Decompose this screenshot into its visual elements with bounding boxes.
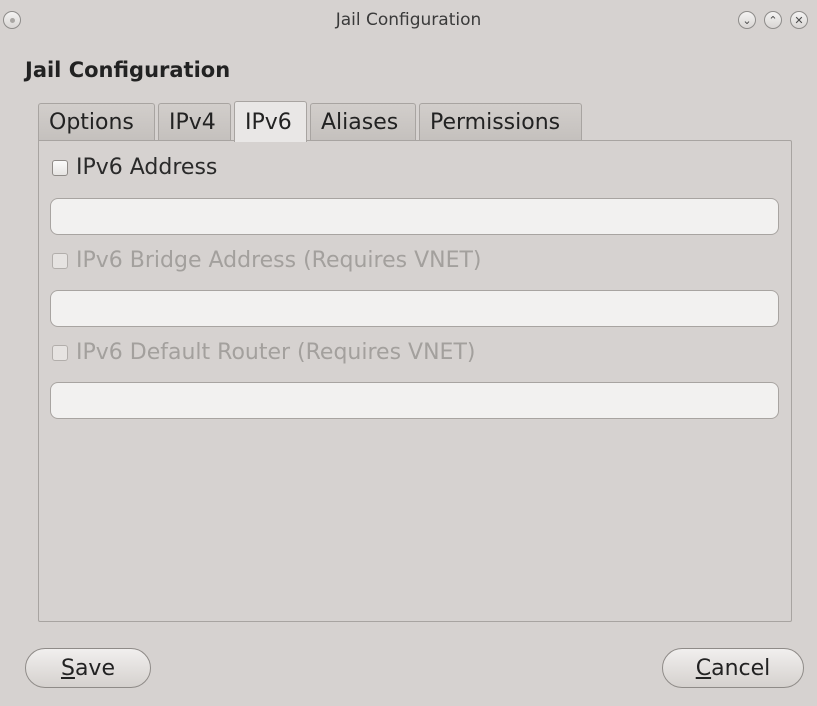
tab-aliases[interactable]: Aliases	[310, 103, 416, 141]
cancel-mnemonic: C	[695, 655, 712, 681]
ipv6-address-label: IPv6 Address	[76, 155, 218, 180]
tab-bar: Options IPv4 IPv6 Aliases Permissions	[38, 101, 585, 142]
save-label-rest: ave	[74, 655, 115, 681]
ipv6-address-checkbox-row[interactable]: IPv6 Address	[52, 155, 217, 180]
maximize-icon[interactable]: ⌃	[764, 11, 782, 29]
ipv6-router-checkbox-row[interactable]: IPv6 Default Router (Requires VNET)	[52, 340, 475, 365]
tab-ipv6[interactable]: IPv6	[234, 101, 307, 142]
ipv6-router-input[interactable]	[50, 382, 779, 419]
window-title: Jail Configuration	[335, 10, 482, 30]
minimize-icon[interactable]: ⌄	[738, 11, 756, 29]
cancel-label-rest: ancel	[711, 655, 771, 681]
title-bar[interactable]: Jail Configuration ⌄ ⌃ ✕	[0, 0, 817, 44]
tab-options[interactable]: Options	[38, 103, 155, 141]
ipv6-bridge-input[interactable]	[50, 290, 779, 327]
close-icon[interactable]: ✕	[790, 11, 808, 29]
jail-configuration-window: Jail Configuration ⌄ ⌃ ✕ Jail Configurat…	[0, 0, 817, 706]
save-mnemonic: S	[60, 655, 75, 681]
ipv6-router-checkbox[interactable]	[52, 344, 68, 361]
ipv6-address-checkbox[interactable]	[52, 159, 68, 176]
ipv6-bridge-checkbox-row[interactable]: IPv6 Bridge Address (Requires VNET)	[52, 248, 482, 273]
tab-permissions[interactable]: Permissions	[419, 103, 582, 141]
ipv6-bridge-checkbox[interactable]	[52, 252, 68, 269]
tab-ipv4[interactable]: IPv4	[158, 103, 231, 141]
cancel-button[interactable]: Cancel	[662, 648, 804, 688]
ipv6-bridge-label: IPv6 Bridge Address (Requires VNET)	[76, 248, 482, 273]
ipv6-address-input[interactable]	[50, 198, 779, 235]
ipv6-router-label: IPv6 Default Router (Requires VNET)	[76, 340, 476, 365]
save-button[interactable]: Save	[25, 648, 151, 688]
dialog-heading: Jail Configuration	[25, 58, 231, 82]
